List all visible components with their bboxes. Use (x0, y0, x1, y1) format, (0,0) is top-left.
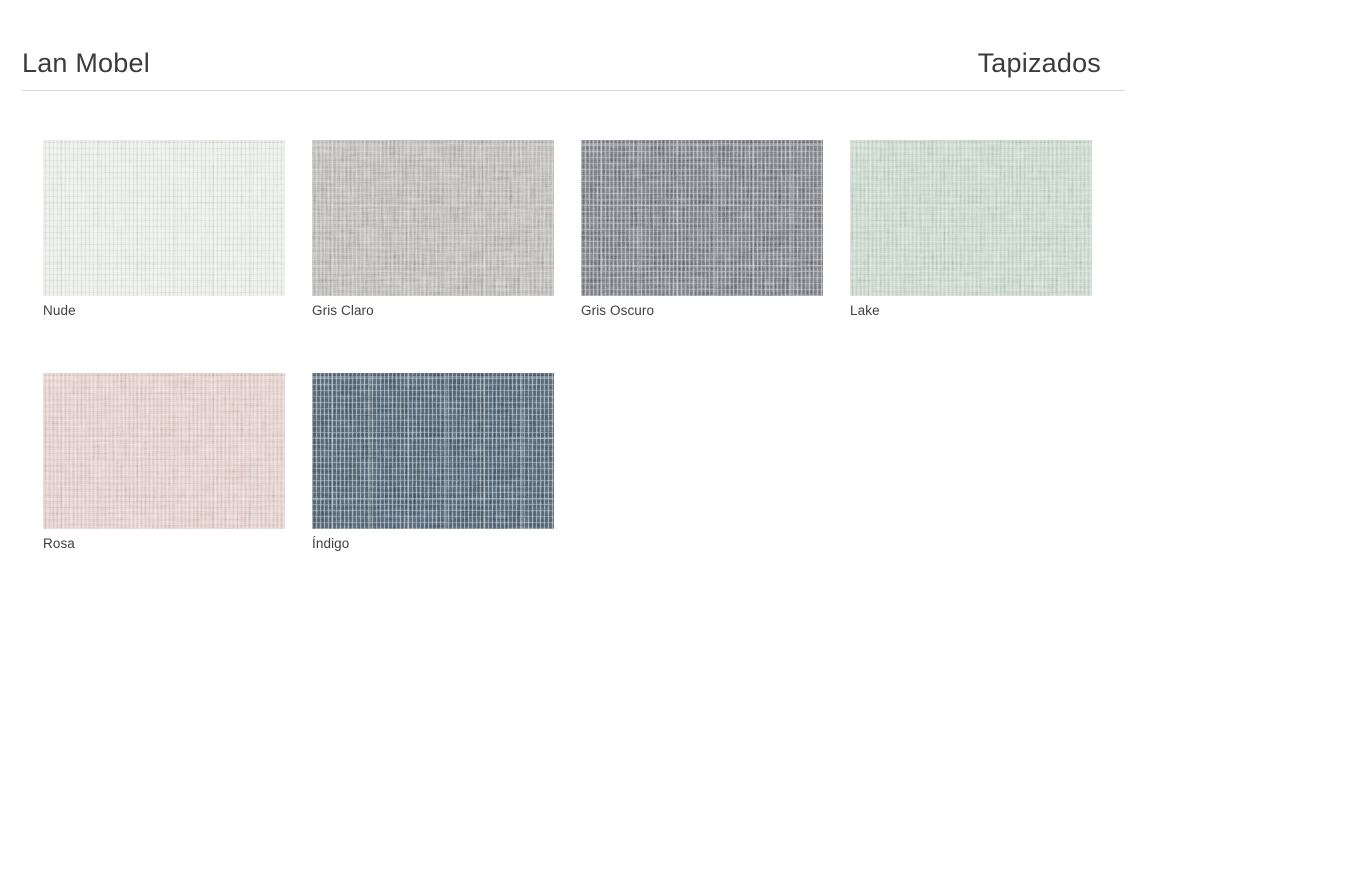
swatch-label: Índigo (312, 536, 554, 552)
swatch-indigo: Índigo (312, 373, 554, 552)
fabric-grain-overlay (43, 373, 285, 529)
fabric-sample-rosa[interactable] (43, 373, 285, 529)
swatch-nude: Nude (43, 140, 285, 319)
fabric-sample-indigo[interactable] (312, 373, 554, 529)
swatch-label: Rosa (43, 536, 285, 552)
fabric-grain-overlay (312, 140, 554, 296)
fabric-sample-gris-oscuro[interactable] (581, 140, 823, 296)
swatch-gris-oscuro: Gris Oscuro (581, 140, 823, 319)
fabric-sample-gris-claro[interactable] (312, 140, 554, 296)
swatch-label: Nude (43, 303, 285, 319)
fabric-sample-lake[interactable] (850, 140, 1092, 296)
fabric-grain-overlay (850, 140, 1092, 296)
fabric-grain-overlay (312, 373, 554, 529)
brand-title: Lan Mobel (22, 48, 150, 79)
fabric-grain-overlay (581, 140, 823, 296)
swatch-label: Gris Oscuro (581, 303, 823, 319)
swatch-label: Gris Claro (312, 303, 554, 319)
catalog-page: Lan Mobel Tapizados Nude Gris (0, 0, 1360, 875)
swatch-lake: Lake (850, 140, 1092, 319)
swatch-rosa: Rosa (43, 373, 285, 552)
swatch-grid: Nude Gris Claro Gris Oscuro (43, 140, 1092, 552)
swatch-label: Lake (850, 303, 1092, 319)
fabric-grain-overlay (43, 140, 285, 296)
fabric-sample-nude[interactable] (43, 140, 285, 296)
section-title: Tapizados (978, 48, 1101, 79)
page-header: Lan Mobel Tapizados (22, 48, 1125, 91)
swatch-gris-claro: Gris Claro (312, 140, 554, 319)
